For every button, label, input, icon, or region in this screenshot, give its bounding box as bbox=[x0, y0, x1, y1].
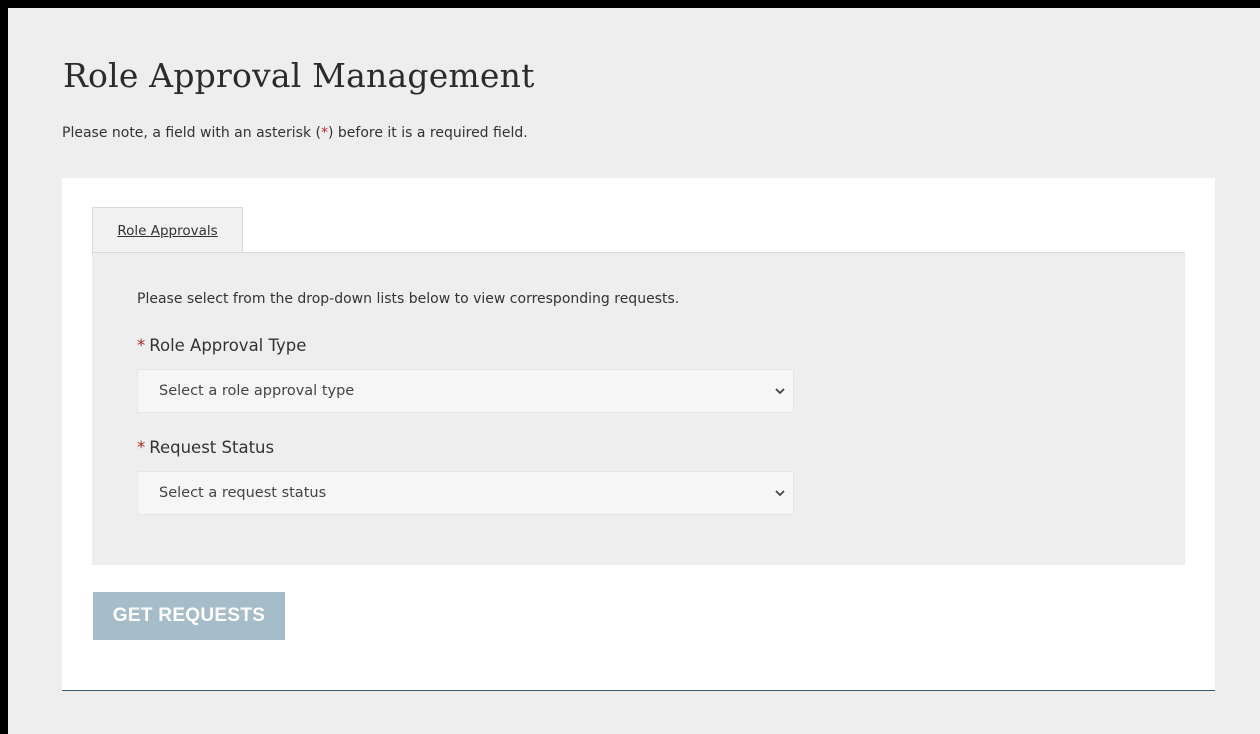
required-field-note: Please note, a field with an asterisk (*… bbox=[62, 125, 528, 141]
chevron-down-icon bbox=[775, 490, 785, 497]
required-asterisk: * bbox=[137, 438, 146, 457]
get-requests-button[interactable]: GET REQUESTS bbox=[93, 592, 285, 640]
role-approval-type-select-value: Select a role approval type bbox=[159, 383, 355, 399]
role-approvals-panel: Please select from the drop-down lists b… bbox=[92, 252, 1185, 565]
role-approval-type-select[interactable]: Select a role approval type bbox=[137, 369, 794, 413]
note-suffix: ) before it is a required field. bbox=[328, 125, 528, 141]
page-frame: Role Approval Management Please note, a … bbox=[8, 8, 1260, 734]
role-approval-type-label: * Role Approval Type bbox=[137, 336, 306, 355]
note-asterisk: * bbox=[321, 125, 328, 141]
request-status-label: * Request Status bbox=[137, 438, 274, 457]
role-approval-type-label-text: Role Approval Type bbox=[149, 336, 307, 355]
panel-instructions: Please select from the drop-down lists b… bbox=[137, 291, 680, 307]
note-prefix: Please note, a field with an asterisk ( bbox=[62, 125, 321, 141]
request-status-select[interactable]: Select a request status bbox=[137, 471, 794, 515]
chevron-down-icon bbox=[775, 388, 785, 395]
tab-role-approvals[interactable]: Role Approvals bbox=[92, 207, 243, 253]
role-approvals-card: Role Approvals Please select from the dr… bbox=[62, 178, 1215, 691]
page-title: Role Approval Management bbox=[63, 56, 535, 95]
request-status-select-value: Select a request status bbox=[159, 485, 327, 501]
required-asterisk: * bbox=[137, 336, 146, 355]
request-status-label-text: Request Status bbox=[149, 438, 275, 457]
